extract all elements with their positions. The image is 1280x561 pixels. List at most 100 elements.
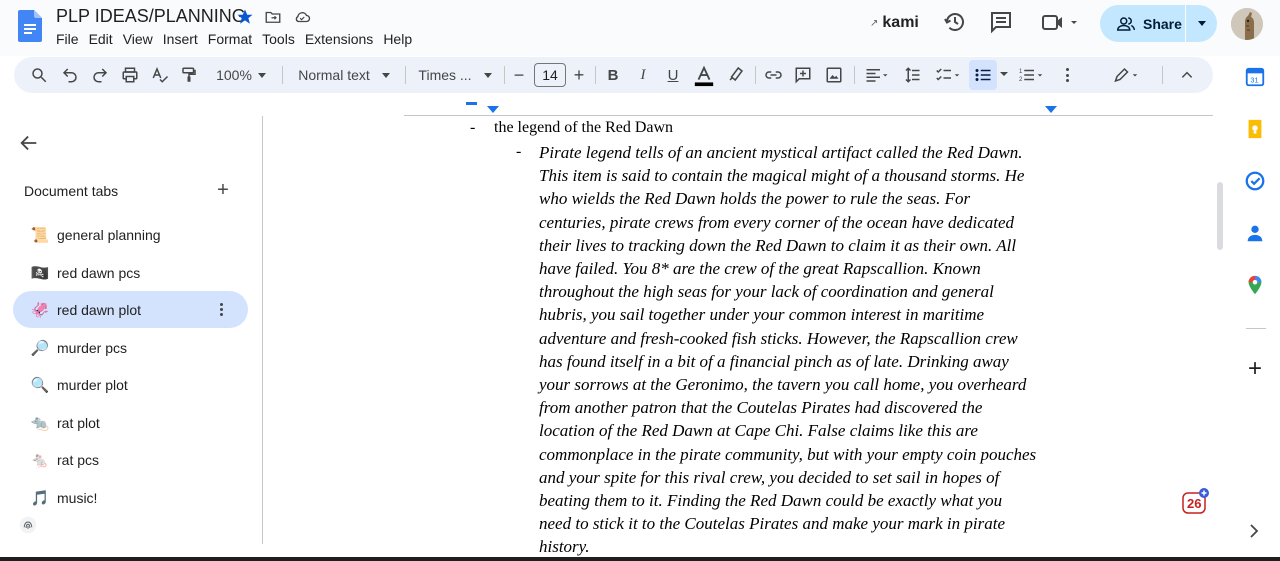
add-comment-icon[interactable] — [794, 66, 812, 84]
list-bullet-marker: - — [470, 119, 476, 136]
chevron-down-icon — [483, 72, 492, 78]
toolbar-divider — [282, 66, 283, 84]
document-scrollbar-thumb[interactable] — [1217, 182, 1223, 250]
left-indent-marker[interactable] — [487, 106, 499, 113]
document-title[interactable]: PLP IDEAS/PLANNING — [56, 6, 246, 27]
get-addons-plus-icon[interactable]: + — [1244, 357, 1266, 381]
more-options-icon[interactable] — [1060, 68, 1074, 82]
spellcheck-icon[interactable] — [151, 66, 169, 84]
bulleted-list-button[interactable] — [969, 60, 997, 90]
maps-icon[interactable] — [1244, 274, 1266, 296]
back-arrow-icon[interactable] — [18, 132, 40, 154]
chevron-down-icon[interactable] — [999, 71, 1009, 79]
tab-label: music! — [57, 489, 98, 506]
magnifier-right-icon: 🔎 — [30, 339, 50, 357]
insert-link-icon[interactable] — [764, 66, 783, 84]
checklist-icon[interactable] — [932, 66, 964, 84]
docs-logo-icon[interactable] — [18, 10, 42, 42]
document-tabs-heading: Document tabs — [24, 183, 119, 199]
insert-image-icon[interactable] — [825, 66, 843, 84]
menu-extensions[interactable]: Extensions — [300, 30, 378, 48]
kami-label: kami — [882, 14, 919, 31]
zoom-select[interactable]: 100% — [210, 57, 272, 93]
paragraph-line: This item is said to contain the magical… — [539, 166, 1025, 186]
menu-view[interactable]: View — [118, 30, 158, 48]
italic-button[interactable]: I — [634, 57, 652, 93]
star-icon[interactable] — [236, 8, 254, 26]
paragraph-line: who wields the Red Dawn holds the power … — [539, 189, 971, 209]
tab-red-dawn-plot[interactable]: 🦑 red dawn plot — [13, 291, 248, 328]
tasks-icon[interactable] — [1244, 170, 1266, 192]
line-spacing-icon[interactable] — [902, 66, 922, 84]
tab-murder-plot[interactable]: 🔍 murder plot — [13, 366, 248, 403]
scroll-icon: 📜 — [30, 226, 50, 244]
underline-button[interactable]: U — [664, 57, 682, 93]
tab-music[interactable]: 🎵 music! — [13, 479, 248, 516]
undo-icon[interactable] — [61, 66, 79, 84]
extension-notification-badge[interactable]: 26 — [1182, 487, 1210, 515]
editing-mode-icon[interactable] — [1109, 66, 1143, 84]
notification-count: 26 — [1187, 496, 1202, 511]
menu-edit[interactable]: Edit — [84, 30, 118, 48]
contacts-icon[interactable] — [1244, 222, 1266, 244]
right-indent-marker[interactable] — [1045, 106, 1057, 113]
squid-icon: 🦑 — [30, 301, 50, 319]
paragraph-line: from another patron that the Coutelas Pi… — [539, 398, 983, 418]
increase-font-size-button[interactable]: + — [570, 57, 588, 93]
share-main[interactable]: Share — [1100, 5, 1186, 42]
menu-tools[interactable]: Tools — [257, 30, 300, 48]
menu-insert[interactable]: Insert — [158, 30, 203, 48]
menu-help[interactable]: Help — [378, 30, 417, 48]
cloud-status-icon[interactable] — [292, 8, 312, 26]
kami-extension-button[interactable]: ↗ kami — [870, 14, 919, 32]
tab-murder-pcs[interactable]: 🔎 murder pcs — [13, 329, 248, 366]
align-icon[interactable] — [862, 66, 892, 84]
side-panel: 31 + — [1230, 56, 1280, 561]
document-page[interactable]: - the legend of the Red Dawn - Pirate le… — [404, 116, 1214, 561]
fingerprint-icon[interactable] — [19, 516, 37, 534]
tab-red-dawn-pcs[interactable]: 🏴‍☠️ red dawn pcs — [13, 254, 248, 291]
paragraph-line: Pirate legend tells of an ancient mystic… — [539, 143, 1023, 162]
paragraph-line: and your spite for this rival crew, you … — [539, 467, 1000, 487]
decrease-font-size-button[interactable]: − — [510, 57, 528, 93]
print-icon[interactable] — [121, 66, 139, 84]
comments-icon[interactable] — [989, 10, 1013, 34]
first-line-indent-marker[interactable] — [466, 102, 477, 105]
paragraph-style-select[interactable]: Normal text — [294, 57, 394, 93]
paragraph-line: adventure and fresh-cooked fish sticks. … — [539, 328, 1018, 348]
account-avatar[interactable] — [1231, 8, 1263, 40]
meet-video-icon[interactable] — [1041, 10, 1079, 34]
hide-menus-chevron-up-icon[interactable] — [1179, 68, 1195, 82]
tab-general-planning[interactable]: 📜 general planning — [13, 216, 248, 253]
font-family-select[interactable]: Times ... — [416, 57, 494, 93]
show-side-panel-chevron-icon[interactable] — [1249, 524, 1259, 538]
tab-rat-plot[interactable]: 🐀 rat plot — [13, 404, 248, 441]
tab-rat-pcs[interactable]: 🐁 rat pcs — [13, 441, 248, 478]
paint-format-icon[interactable] — [180, 66, 198, 84]
tab-options-icon[interactable] — [212, 300, 230, 318]
numbered-list-icon[interactable]: 12 — [1015, 66, 1047, 84]
menu-format[interactable]: Format — [203, 30, 257, 48]
font-size-input[interactable]: 14 — [534, 63, 566, 87]
move-folder-icon[interactable] — [264, 8, 282, 26]
highlight-color-icon[interactable] — [727, 65, 745, 83]
text-color-icon[interactable] — [693, 65, 715, 87]
list-bullet-marker: - — [516, 143, 522, 160]
redo-icon[interactable] — [91, 66, 109, 84]
add-tab-button[interactable]: + — [212, 179, 234, 201]
version-history-icon[interactable] — [943, 10, 967, 34]
sidebar-divider — [262, 116, 263, 544]
paragraph-line: history. — [539, 537, 590, 557]
keep-icon[interactable] — [1244, 118, 1266, 140]
giraffe-avatar-icon — [1231, 8, 1263, 40]
title-bar: PLP IDEAS/PLANNING File Edit View Insert… — [0, 0, 1280, 56]
menu-file[interactable]: File — [56, 30, 84, 48]
share-button[interactable]: Share — [1100, 5, 1217, 42]
share-options-dropdown[interactable] — [1186, 5, 1217, 42]
calendar-icon[interactable]: 31 — [1244, 66, 1266, 88]
search-menus-icon[interactable] — [30, 66, 48, 84]
bold-button[interactable]: B — [604, 57, 622, 93]
zoom-value: 100% — [216, 67, 252, 83]
paragraph-line: have failed. You 8* are the crew of the … — [539, 259, 981, 279]
paragraph-line: their lives to tracking down the Red Daw… — [539, 235, 1017, 255]
